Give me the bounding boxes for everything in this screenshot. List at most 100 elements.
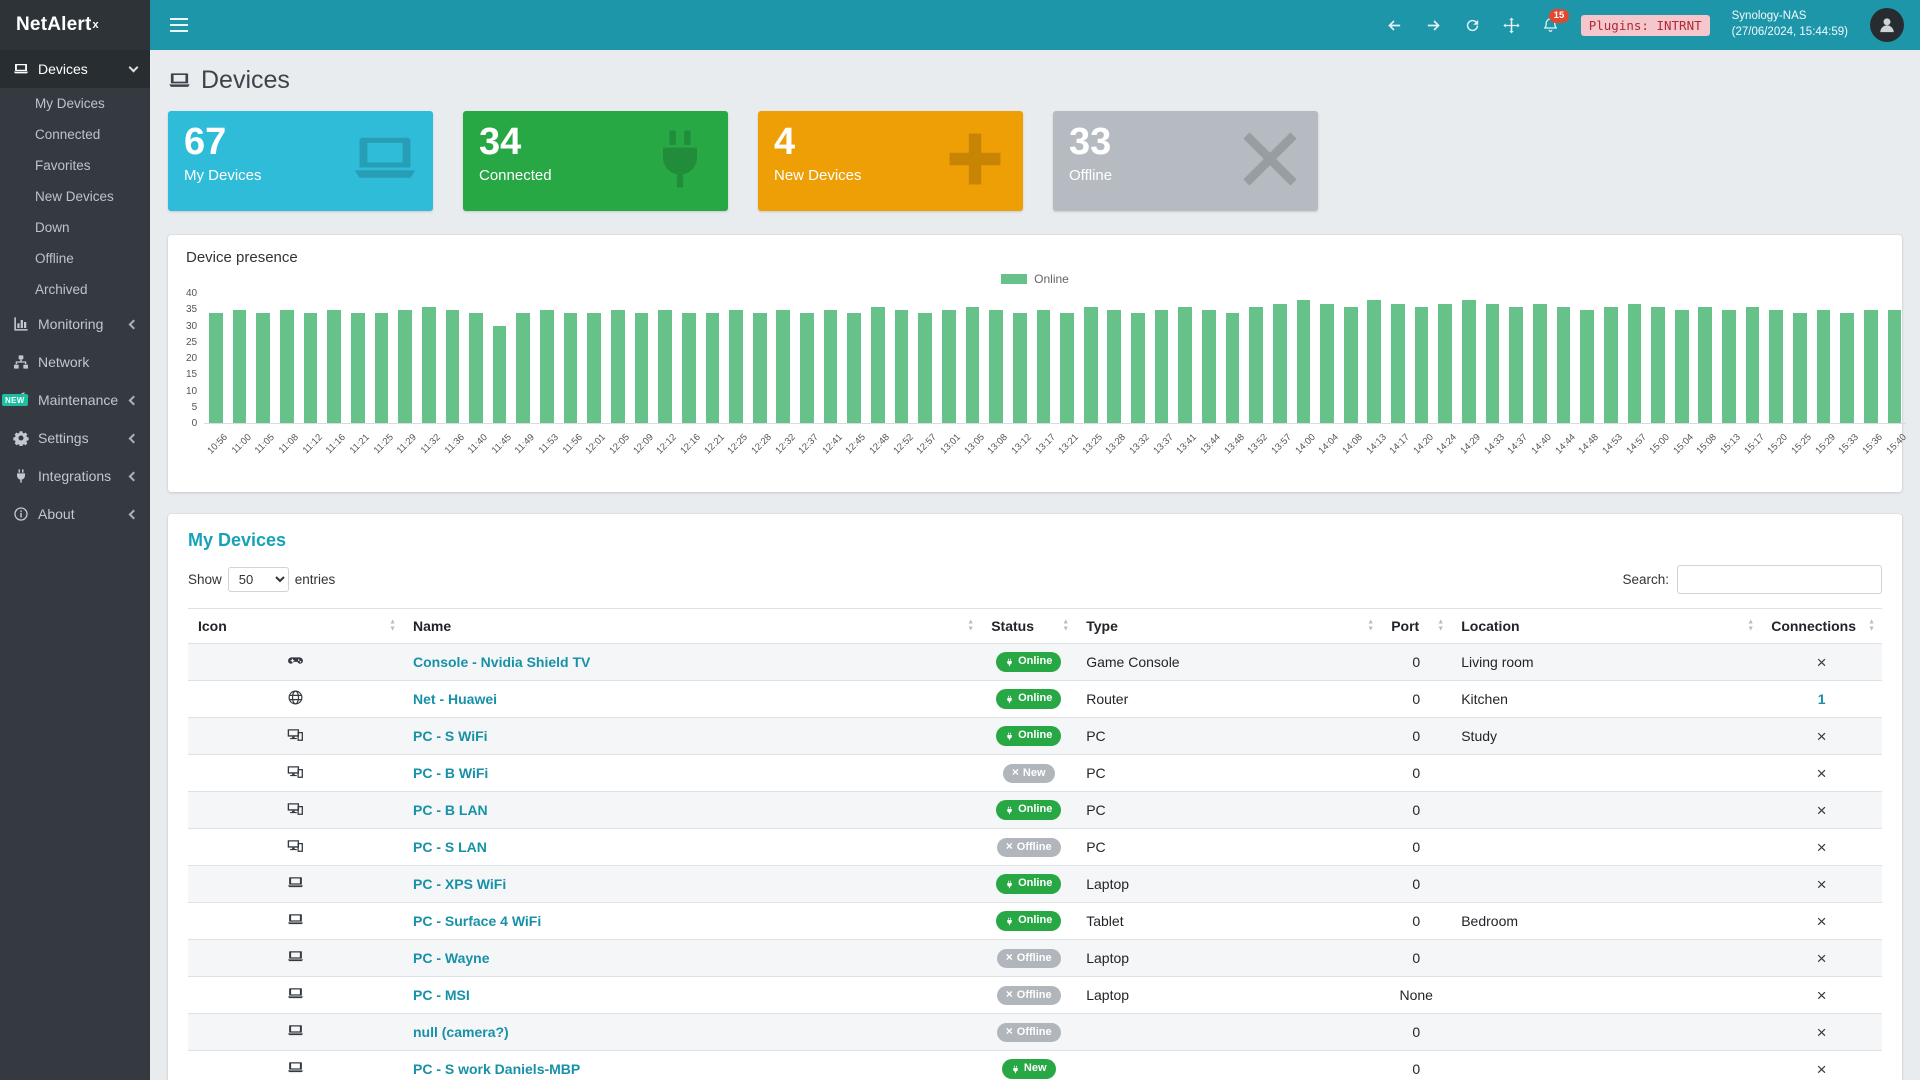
table-controls: Show 50 entries Search: — [188, 565, 1882, 594]
notifications-button[interactable]: 15 — [1542, 17, 1559, 34]
sort-icon: ▲▼ — [1437, 619, 1444, 632]
stat-card-connected[interactable]: 34 Connected — [463, 111, 728, 211]
chart-bar — [1320, 304, 1334, 423]
search-input[interactable] — [1677, 565, 1882, 594]
device-name-link[interactable]: PC - S WiFi — [413, 728, 488, 744]
plug-icon — [1005, 732, 1014, 741]
chart-bar — [658, 310, 672, 423]
device-port-cell: 0 — [1381, 866, 1451, 903]
chevron-left-icon — [129, 433, 139, 443]
sidebar-item-down[interactable]: Down — [0, 212, 150, 243]
sidebar-item-maintenance[interactable]: NEW Maintenance — [0, 381, 150, 419]
plug-icon — [13, 468, 29, 484]
sidebar-item-connected[interactable]: Connected — [0, 119, 150, 150]
connections-link[interactable]: 1 — [1818, 691, 1826, 707]
stat-card-my-devices[interactable]: 67 My Devices — [168, 111, 433, 211]
back-button[interactable] — [1386, 17, 1403, 34]
sidebar-item-settings[interactable]: Settings — [0, 419, 150, 457]
device-name-link[interactable]: PC - MSI — [413, 987, 470, 1003]
device-row: PC - S LAN×OfflinePC0× — [188, 829, 1882, 866]
device-row: Console - Nvidia Shield TVOnlineGame Con… — [188, 644, 1882, 681]
device-name-link[interactable]: PC - Surface 4 WiFi — [413, 913, 541, 929]
device-port-cell: None — [1381, 977, 1451, 1014]
device-port-cell: 0 — [1381, 718, 1451, 755]
plugins-status-badge[interactable]: Plugins: INTRNT — [1581, 15, 1710, 36]
chart-bar — [800, 313, 814, 423]
chevron-down-icon — [129, 63, 139, 73]
sort-icon: ▲▼ — [389, 619, 396, 632]
plug-icon — [1005, 658, 1014, 667]
device-port-cell: 0 — [1381, 681, 1451, 718]
sidebar-item-my-devices[interactable]: My Devices — [0, 88, 150, 119]
column-header-type[interactable]: Type▲▼ — [1076, 609, 1381, 644]
device-name-cell: Console - Nvidia Shield TV — [403, 644, 981, 681]
refresh-button[interactable] — [1464, 17, 1481, 34]
sidebar-item-new-devices[interactable]: New Devices — [0, 181, 150, 212]
device-connections-cell: × — [1761, 1051, 1882, 1080]
device-status-cell: Online — [981, 903, 1076, 940]
device-row: PC - MSI×OfflineLaptopNone× — [188, 977, 1882, 1014]
device-name-link[interactable]: PC - B WiFi — [413, 765, 488, 781]
network-icon — [13, 354, 29, 370]
sidebar-item-monitoring[interactable]: Monitoring — [0, 305, 150, 343]
device-name-link[interactable]: PC - S work Daniels-MBP — [413, 1061, 580, 1077]
status-badge: Online — [996, 689, 1061, 708]
status-badge: ×Offline — [997, 986, 1061, 1005]
chart-bar — [1462, 300, 1476, 423]
column-header-location[interactable]: Location▲▼ — [1451, 609, 1761, 644]
chart-bar — [1226, 313, 1240, 423]
device-name-link[interactable]: PC - B LAN — [413, 802, 488, 818]
sidebar-item-devices[interactable]: Devices — [0, 50, 150, 88]
stat-card-offline[interactable]: 33 Offline — [1053, 111, 1318, 211]
device-name-link[interactable]: PC - S LAN — [413, 839, 487, 855]
device-icon-cell — [188, 718, 403, 755]
stat-card-new-devices[interactable]: 4 New Devices — [758, 111, 1023, 211]
device-icon-cell — [188, 681, 403, 718]
devices-table-body: Console - Nvidia Shield TVOnlineGame Con… — [188, 644, 1882, 1080]
column-header-name[interactable]: Name▲▼ — [403, 609, 981, 644]
devices-submenu: My Devices Connected Favorites New Devic… — [0, 88, 150, 305]
info-icon — [13, 506, 29, 522]
move-widgets-button[interactable] — [1503, 17, 1520, 34]
device-name-link[interactable]: PC - Wayne — [413, 950, 490, 966]
sidebar-item-archived[interactable]: Archived — [0, 274, 150, 305]
device-name-link[interactable]: Net - Huawei — [413, 691, 497, 707]
device-location-cell — [1451, 977, 1761, 1014]
forward-button[interactable] — [1425, 17, 1442, 34]
app-logo[interactable]: NetAlertx — [0, 0, 150, 50]
device-name-link[interactable]: Console - Nvidia Shield TV — [413, 654, 590, 670]
chart-bar — [895, 310, 909, 423]
column-header-icon[interactable]: Icon▲▼ — [188, 609, 403, 644]
device-row: PC - XPS WiFiOnlineLaptop0× — [188, 866, 1882, 903]
sidebar-item-favorites[interactable]: Favorites — [0, 150, 150, 181]
user-avatar[interactable] — [1870, 8, 1904, 42]
column-header-port[interactable]: Port▲▼ — [1381, 609, 1451, 644]
chart-bar — [1509, 307, 1523, 423]
sidebar-toggle-button[interactable] — [166, 12, 192, 38]
sidebar-item-integrations[interactable]: Integrations — [0, 457, 150, 495]
chart-bar — [1722, 310, 1736, 423]
sidebar-item-about[interactable]: About — [0, 495, 150, 533]
chart-bar — [1202, 310, 1216, 423]
device-location-cell — [1451, 940, 1761, 977]
column-header-status[interactable]: Status▲▼ — [981, 609, 1076, 644]
laptop-icon — [13, 61, 29, 77]
sidebar-item-offline[interactable]: Offline — [0, 243, 150, 274]
chart-bar — [1533, 304, 1547, 423]
chart-bar — [824, 310, 838, 423]
sort-icon: ▲▼ — [967, 619, 974, 632]
entries-select[interactable]: 50 — [228, 567, 289, 592]
column-header-connections[interactable]: Connections▲▼ — [1761, 609, 1882, 644]
device-name-cell: PC - MSI — [403, 977, 981, 1014]
chart-bar — [1746, 307, 1760, 423]
device-port-cell: 0 — [1381, 1051, 1451, 1080]
user-icon — [1877, 15, 1897, 35]
chart-legend[interactable]: Online — [186, 272, 1884, 286]
device-port-cell: 0 — [1381, 940, 1451, 977]
device-name-link[interactable]: PC - XPS WiFi — [413, 876, 506, 892]
device-name-link[interactable]: null (camera?) — [413, 1024, 509, 1040]
chart-bar — [516, 313, 530, 423]
chart-bar — [587, 313, 601, 423]
page-title: Devices — [168, 66, 1902, 95]
sidebar-item-network[interactable]: Network — [0, 343, 150, 381]
